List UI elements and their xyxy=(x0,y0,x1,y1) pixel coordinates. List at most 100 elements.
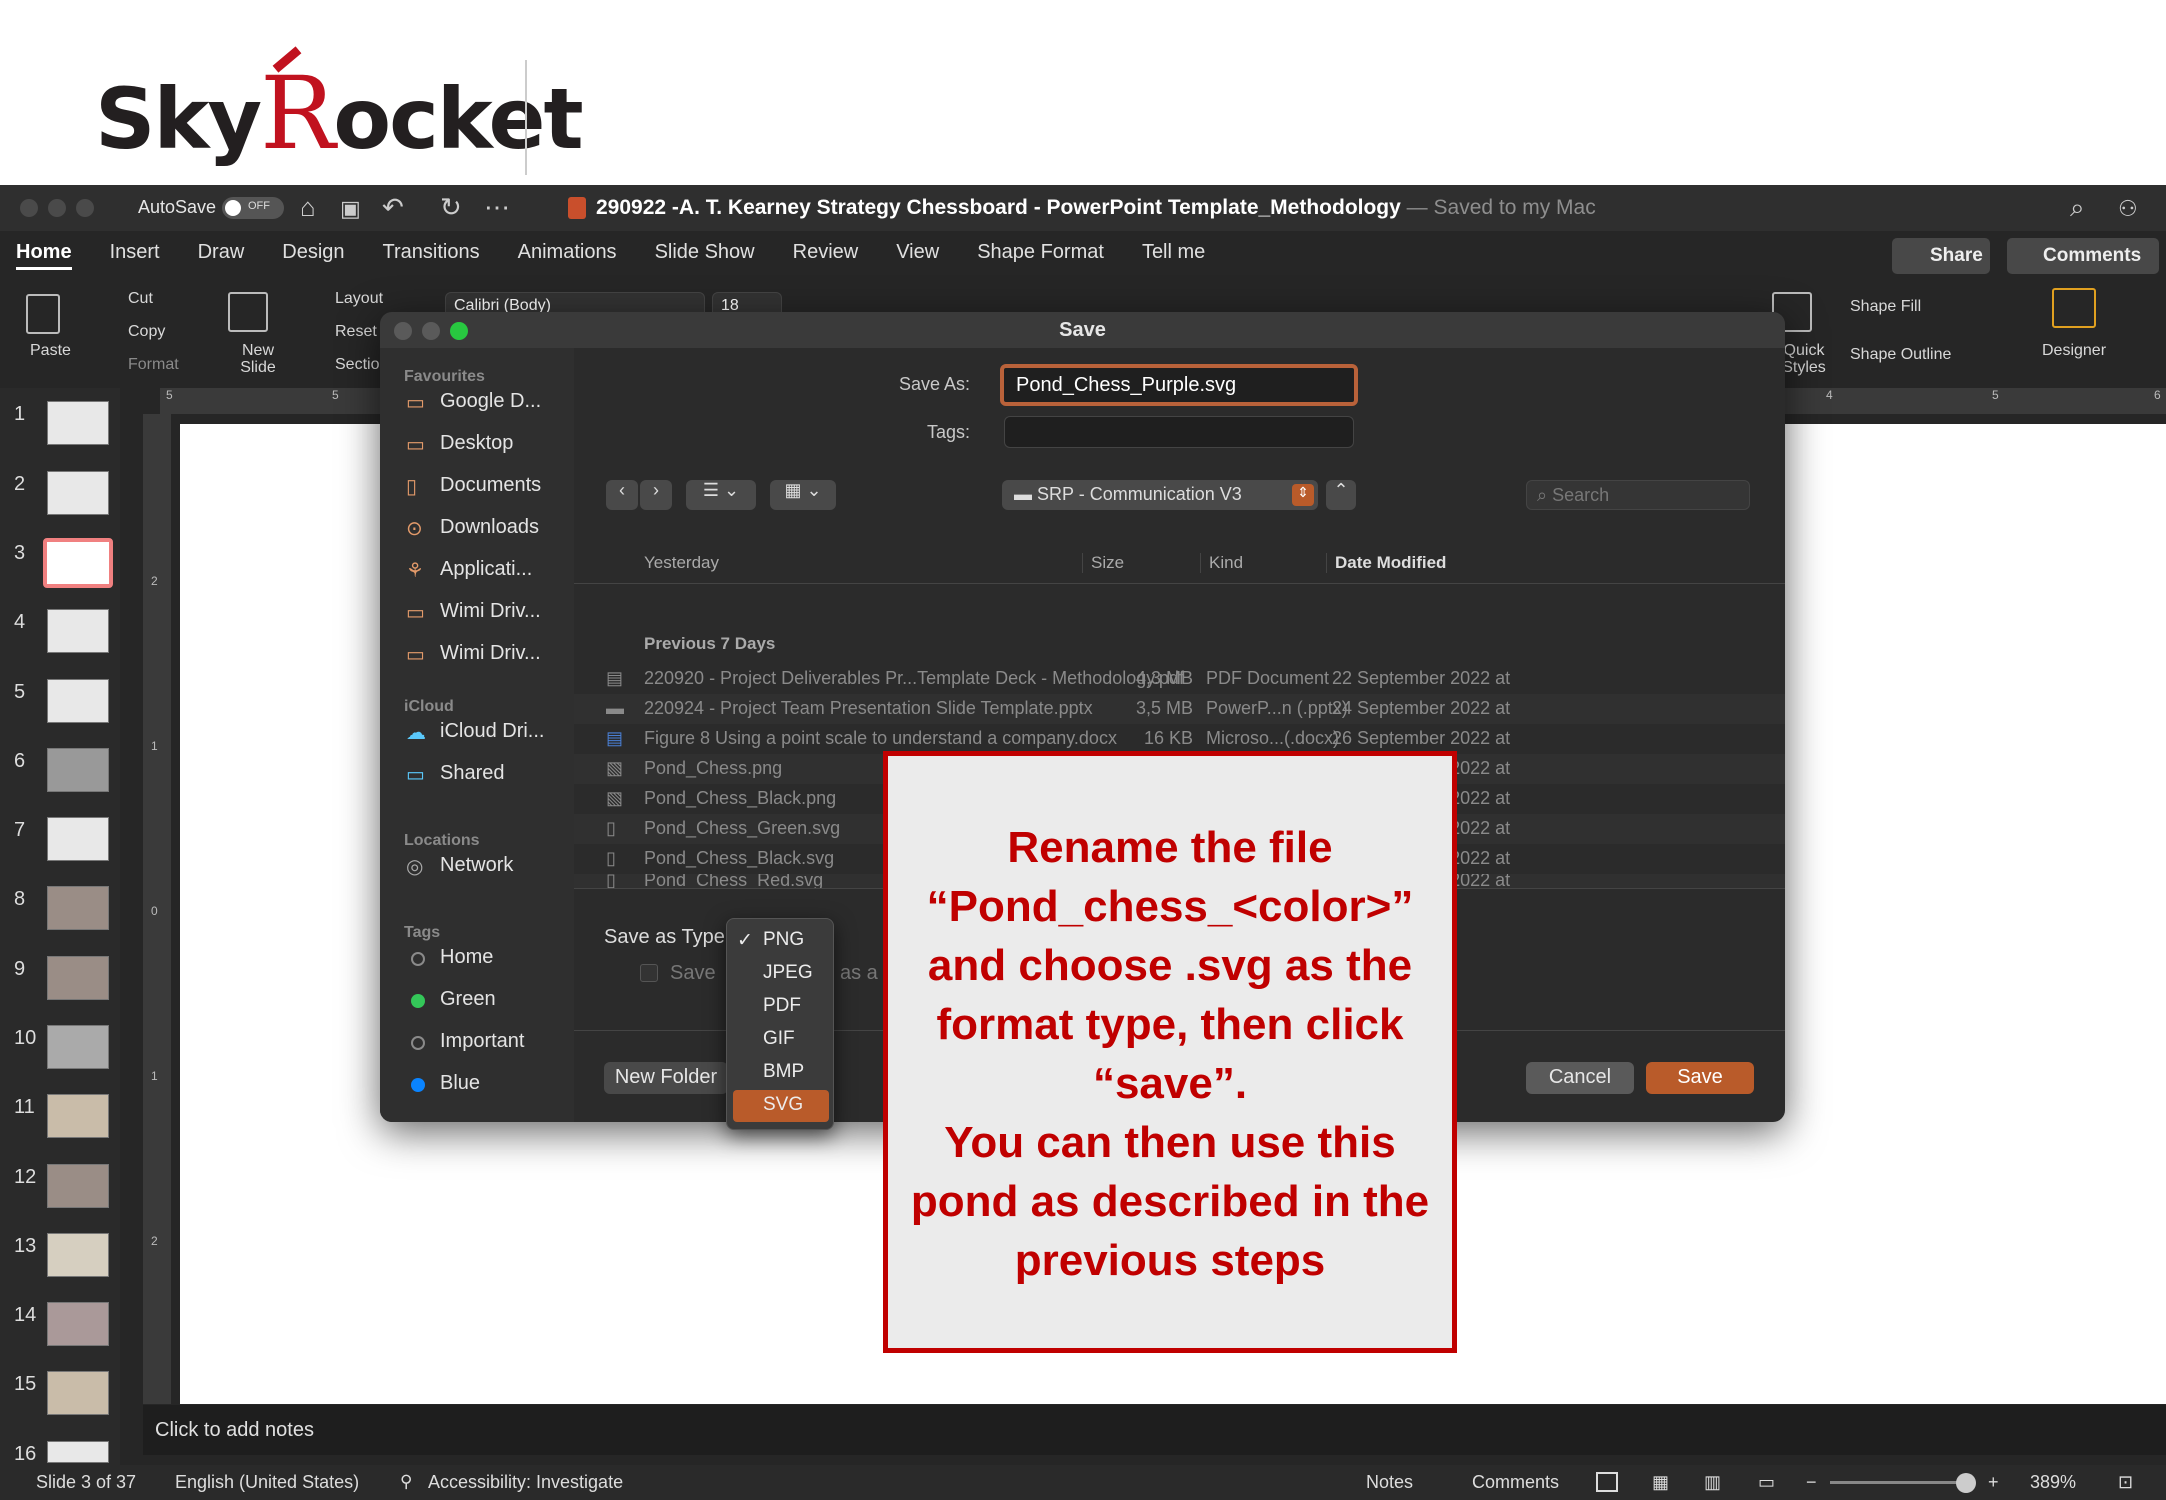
zoom-slider[interactable] xyxy=(1830,1481,1966,1484)
type-option-gif[interactable]: GIF xyxy=(727,1024,835,1056)
shape-fill-button[interactable]: Shape Fill xyxy=(1850,298,1921,316)
expand-dialog-button[interactable]: ⌃ xyxy=(1326,480,1356,510)
new-folder-button[interactable]: New Folder xyxy=(604,1062,728,1094)
type-option-bmp[interactable]: BMP xyxy=(727,1057,835,1089)
file-row[interactable]: ▤ 220920 - Project Deliverables Pr...Tem… xyxy=(574,664,1785,694)
save-button[interactable]: Save xyxy=(1646,1062,1754,1094)
language-indicator[interactable]: English (United States) xyxy=(175,1472,359,1493)
tab-transitions[interactable]: Transitions xyxy=(383,238,480,270)
normal-view-icon[interactable] xyxy=(1596,1472,1618,1492)
notes-toggle[interactable]: Notes xyxy=(1366,1472,1413,1493)
slide-thumbnail[interactable] xyxy=(47,1025,109,1069)
slide-thumbnail[interactable] xyxy=(47,956,109,1000)
dialog-close-button[interactable] xyxy=(394,322,412,340)
reading-view-icon[interactable]: ▥ xyxy=(1704,1472,1721,1493)
autosave-toggle[interactable]: OFF xyxy=(222,197,284,219)
slide-thumbnail[interactable] xyxy=(47,401,109,445)
file-row[interactable]: ▬ 220924 - Project Team Presentation Sli… xyxy=(574,694,1785,724)
tab-view[interactable]: View xyxy=(896,238,939,270)
column-name[interactable]: Yesterday xyxy=(644,553,719,573)
section-button[interactable]: Sectio xyxy=(335,356,379,374)
more-icon[interactable]: ⋯ xyxy=(484,192,510,223)
tab-slide-show[interactable]: Slide Show xyxy=(655,238,755,270)
list-view-button[interactable]: ☰ ⌄ xyxy=(686,480,756,510)
slide-thumbnail[interactable] xyxy=(47,1441,109,1463)
search-field[interactable]: ⌕ Search xyxy=(1526,480,1750,510)
redo-icon[interactable]: ↻ xyxy=(440,192,462,223)
zoom-slider-thumb[interactable] xyxy=(1956,1473,1976,1493)
zoom-out-icon[interactable]: − xyxy=(1806,1472,1817,1493)
slide-thumbnail[interactable] xyxy=(47,1164,109,1208)
slide-thumbnail[interactable] xyxy=(47,748,109,792)
tab-animations[interactable]: Animations xyxy=(518,238,617,270)
comments-button[interactable]: Comments xyxy=(2007,238,2159,274)
tab-design[interactable]: Design xyxy=(282,238,344,270)
column-date-modified[interactable]: Date Modified xyxy=(1326,553,1446,573)
forward-button[interactable]: › xyxy=(640,480,672,510)
tags-input[interactable] xyxy=(1004,416,1354,448)
slide-thumbnail[interactable] xyxy=(47,1371,109,1415)
tag-home[interactable]: Home xyxy=(440,946,493,969)
accessibility-status[interactable]: Accessibility: Investigate xyxy=(428,1472,623,1493)
home-icon[interactable]: ⌂ xyxy=(300,192,316,223)
type-option-jpeg[interactable]: JPEG xyxy=(727,958,835,990)
paste-icon[interactable] xyxy=(26,294,60,334)
tab-home[interactable]: Home xyxy=(16,238,72,270)
new-slide-button[interactable]: New Slide xyxy=(238,342,278,376)
slide-thumbnail[interactable] xyxy=(47,1233,109,1277)
slideshow-icon[interactable]: ▭ xyxy=(1758,1472,1775,1493)
sidebar-item-documents[interactable]: Documents xyxy=(440,474,541,497)
location-select[interactable]: ▬ SRP - Communication V3 xyxy=(1002,480,1318,510)
column-kind[interactable]: Kind xyxy=(1200,553,1243,573)
type-option-png[interactable]: ✓ PNG xyxy=(727,925,835,957)
sidebar-item-google-drive[interactable]: Google D... xyxy=(440,390,541,413)
tab-shape-format[interactable]: Shape Format xyxy=(977,238,1104,270)
sidebar-item-downloads[interactable]: Downloads xyxy=(440,516,539,539)
zoom-in-icon[interactable]: + xyxy=(1988,1472,1999,1493)
slide-thumbnail[interactable] xyxy=(47,1094,109,1138)
new-slide-icon[interactable] xyxy=(228,292,268,332)
slide-thumbnail-selected[interactable] xyxy=(43,538,113,588)
sidebar-item-wimi-drive-1[interactable]: Wimi Driv... xyxy=(440,600,541,623)
share-button[interactable]: Share xyxy=(1892,238,1990,274)
cut-button[interactable]: Cut xyxy=(128,290,153,308)
sidebar-item-desktop[interactable]: Desktop xyxy=(440,432,513,455)
designer-button[interactable]: Designer xyxy=(2042,342,2106,360)
dialog-minimize-button[interactable] xyxy=(422,322,440,340)
slide-sorter-icon[interactable]: ▦ xyxy=(1652,1472,1669,1493)
shape-outline-button[interactable]: Shape Outline xyxy=(1850,346,1951,364)
designer-icon[interactable] xyxy=(2052,288,2096,328)
tab-draw[interactable]: Draw xyxy=(198,238,245,270)
comments-toggle[interactable]: Comments xyxy=(1472,1472,1559,1493)
format-painter-button[interactable]: Format xyxy=(128,356,179,374)
slide-thumbnail[interactable] xyxy=(47,609,109,653)
window-zoom-button[interactable] xyxy=(76,199,94,217)
tag-blue[interactable]: Blue xyxy=(440,1072,480,1095)
tag-important[interactable]: Important xyxy=(440,1030,524,1053)
quick-styles-button[interactable]: Quick Styles xyxy=(1780,342,1828,376)
slide-thumbnail[interactable] xyxy=(47,1302,109,1346)
sidebar-item-wimi-drive-2[interactable]: Wimi Driv... xyxy=(440,642,541,665)
tab-review[interactable]: Review xyxy=(793,238,859,270)
tag-green[interactable]: Green xyxy=(440,988,496,1011)
file-row[interactable]: ▤ Figure 8 Using a point scale to unders… xyxy=(574,724,1785,754)
sidebar-item-network[interactable]: Network xyxy=(440,854,513,877)
tab-insert[interactable]: Insert xyxy=(110,238,160,270)
save-as-input[interactable]: Pond_Chess_Purple.svg xyxy=(1000,364,1358,406)
notes-pane[interactable]: Click to add notes xyxy=(143,1405,2166,1455)
search-icon[interactable]: ⌕ xyxy=(2070,192,2085,224)
column-size[interactable]: Size xyxy=(1082,553,1124,573)
cancel-button[interactable]: Cancel xyxy=(1526,1062,1634,1094)
save-checkbox[interactable] xyxy=(640,964,658,982)
save-icon[interactable]: ▣ xyxy=(340,196,361,222)
reset-button[interactable]: Reset xyxy=(335,323,377,341)
slide-thumbnail[interactable] xyxy=(47,817,109,861)
undo-icon[interactable]: ↶ xyxy=(382,192,404,223)
sidebar-item-applications[interactable]: Applicati... xyxy=(440,558,532,581)
zoom-level[interactable]: 389% xyxy=(2030,1472,2076,1493)
window-minimize-button[interactable] xyxy=(48,199,66,217)
paste-button[interactable]: Paste xyxy=(30,342,71,360)
fit-to-window-icon[interactable]: ⊡ xyxy=(2118,1472,2133,1493)
back-button[interactable]: ‹ xyxy=(606,480,638,510)
window-close-button[interactable] xyxy=(20,199,38,217)
